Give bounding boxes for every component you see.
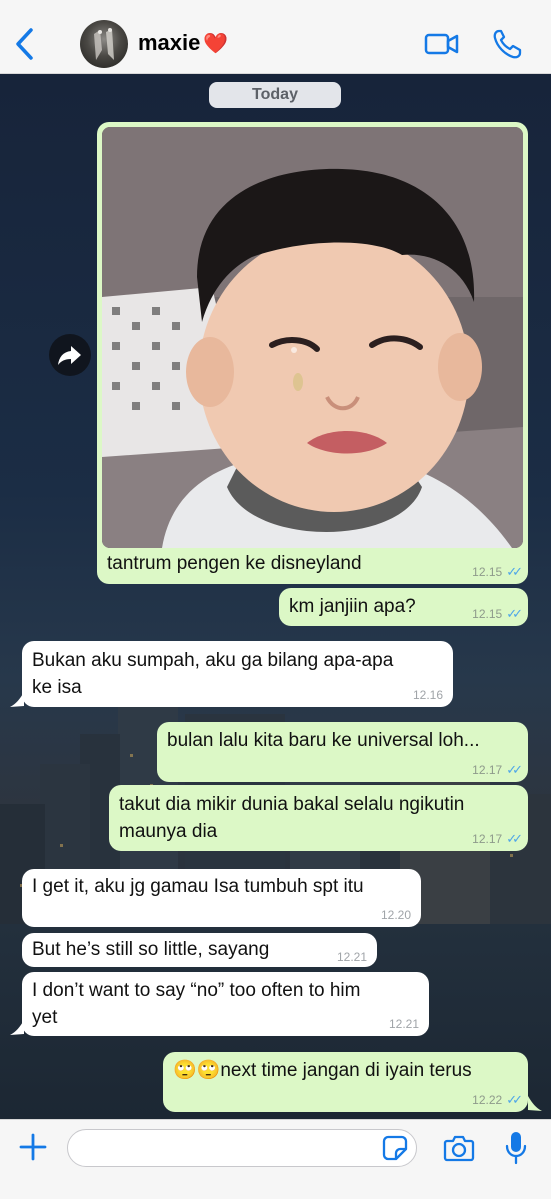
image-caption: tantrum pengen ke disneyland [107,553,362,574]
message-out[interactable]: bulan lalu kita baru ke universal loh...… [157,722,528,782]
message-text: 🙄🙄next time jangan di iyain terus [173,1060,472,1081]
message-text-line: maunya dia [119,821,218,842]
crying-toddler-photo [102,127,523,548]
message-time: 12.15 ✓✓ [472,606,523,622]
message-time-text: 12.15 [472,565,503,579]
message-time-text: 12.15 [472,607,503,621]
message-out[interactable]: takut dia mikir dunia bakal selalu ngiku… [109,785,528,851]
read-checkmark-icon: ✓✓ [506,831,523,846]
message-out[interactable]: km janjiin apa? 12.15 ✓✓ [279,588,528,626]
message-time: 12.21 [388,1017,419,1031]
message-in[interactable]: Bukan aku sumpah, aku ga bilang apa-apa … [22,641,453,707]
heart-emoji: ❤️ [203,33,229,55]
message-text: km janjiin apa? [289,596,416,617]
message-text: But he’s still so little, sayang [32,939,270,960]
video-camera-icon[interactable] [424,30,460,58]
microphone-icon[interactable] [505,1131,527,1165]
read-checkmark-icon: ✓✓ [506,762,523,777]
plus-icon[interactable] [18,1132,48,1162]
message-time-text: 12.22 [472,1093,503,1107]
forward-arrow-icon [58,346,81,365]
camera-icon[interactable] [443,1134,475,1162]
message-time: 12.17 ✓✓ [472,831,523,847]
sticker-icon[interactable] [382,1135,408,1161]
message-in[interactable]: I don’t want to say “no” too often to hi… [22,972,429,1036]
message-input[interactable] [67,1129,417,1167]
date-separator: Today [209,82,341,108]
read-checkmark-icon: ✓✓ [506,1092,523,1107]
message-out[interactable]: 🙄🙄next time jangan di iyain terus 12.22 ✓… [163,1052,528,1112]
message-text: bulan lalu kita baru ke universal loh... [167,730,480,751]
message-time: 12.15 ✓✓ [472,564,523,580]
photo-attachment[interactable] [102,127,523,548]
message-time: 12.17 ✓✓ [472,762,523,778]
chat-area[interactable]: Today tantrum pengen ke disneyland 12.15… [0,74,551,1119]
read-checkmark-icon: ✓✓ [506,564,523,579]
message-text-line: takut dia mikir dunia bakal selalu ngiku… [119,794,465,815]
message-time-text: 12.17 [472,763,503,777]
message-time-text: 12.17 [472,832,503,846]
bubble-tail [10,692,24,707]
avatar[interactable] [80,20,128,68]
read-checkmark-icon: ✓✓ [506,606,523,621]
message-in[interactable]: But he’s still so little, sayang 12.21 [22,933,377,967]
contact-name-text: maxie [138,30,201,55]
chat-header: maxie ❤️ [0,0,551,74]
contact-name[interactable]: maxie ❤️ [138,30,228,56]
message-time: 12.16 [412,688,443,702]
message-text-line: Bukan aku sumpah, aku ga bilang apa-apa [32,650,394,671]
avatar-image [94,28,114,60]
message-time: 12.21 [336,950,367,964]
message-text-line: I don’t want to say “no” too often to hi… [32,980,361,1001]
message-text-line: ke isa [32,677,82,698]
bubble-tail [528,1096,542,1111]
message-in[interactable]: I get it, aku jg gamau Isa tumbuh spt it… [22,869,421,927]
message-text-line: yet [32,1007,58,1028]
phone-icon[interactable] [492,28,522,60]
forward-button[interactable] [49,334,91,376]
message-time: 12.20 [380,908,411,922]
message-time: 12.22 ✓✓ [472,1092,523,1108]
chevron-left-icon[interactable] [12,26,38,62]
message-image-out[interactable]: tantrum pengen ke disneyland 12.15 ✓✓ [97,122,528,584]
message-text: I get it, aku jg gamau Isa tumbuh spt it… [32,876,364,897]
bubble-tail [10,1020,24,1035]
composer-bar [0,1119,551,1199]
